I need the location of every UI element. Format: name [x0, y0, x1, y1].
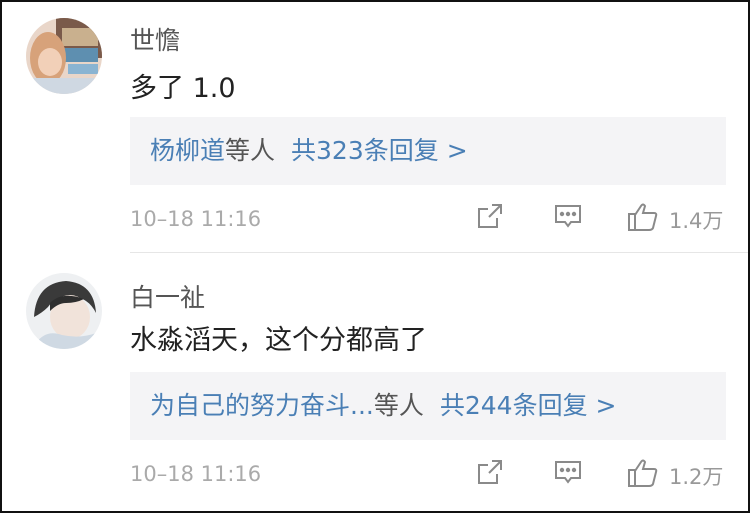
- share-button[interactable]: [476, 458, 504, 490]
- reply-button[interactable]: [554, 202, 582, 234]
- like-count: 1.2万: [669, 465, 724, 489]
- comment-item: 世憺 多了 1.0 杨柳道等人 共323条回复 > 10–18 11:16 1.…: [2, 2, 748, 252]
- like-count: 1.4万: [669, 209, 724, 233]
- replies-summary[interactable]: 杨柳道等人 共323条回复 >: [130, 117, 726, 185]
- comment-list: 世憺 多了 1.0 杨柳道等人 共323条回复 > 10–18 11:16 1.…: [0, 0, 750, 513]
- like-button[interactable]: 1.4万: [627, 202, 727, 234]
- comment-time: 10–18 11:16: [130, 207, 262, 231]
- divider: [130, 252, 748, 253]
- comment-text: 水淼滔天，这个分都高了: [130, 325, 427, 356]
- reply-users-link[interactable]: 杨柳道: [150, 136, 225, 165]
- avatar[interactable]: [26, 18, 102, 94]
- thumbs-up-icon: [628, 459, 658, 487]
- share-icon: [478, 204, 502, 228]
- replies-summary[interactable]: 为自己的努力奋斗...等人 共244条回复 >: [130, 372, 726, 440]
- username[interactable]: 白一祉: [130, 278, 205, 314]
- reply-users-suffix: 等人: [225, 136, 276, 165]
- like-button[interactable]: 1.2万: [627, 458, 727, 490]
- reply-button[interactable]: [554, 458, 582, 490]
- reply-users-suffix: 等人: [373, 391, 424, 420]
- comment-item: 白一祉 水淼滔天，这个分都高了 为自己的努力奋斗...等人 共244条回复 > 1…: [2, 254, 748, 511]
- comment-icon: [555, 461, 581, 484]
- comment-icon: [555, 205, 581, 228]
- comment-text: 多了 1.0: [130, 73, 236, 104]
- avatar[interactable]: [26, 273, 102, 349]
- share-button[interactable]: [476, 202, 504, 234]
- username[interactable]: 世憺: [130, 21, 180, 57]
- reply-count-link[interactable]: 共244条回复 >: [440, 391, 617, 420]
- reply-count-link[interactable]: 共323条回复 >: [291, 136, 468, 165]
- comment-time: 10–18 11:16: [130, 462, 262, 486]
- share-icon: [478, 460, 502, 484]
- reply-users-link[interactable]: 为自己的努力奋斗...: [150, 391, 374, 420]
- thumbs-up-icon: [628, 203, 658, 231]
